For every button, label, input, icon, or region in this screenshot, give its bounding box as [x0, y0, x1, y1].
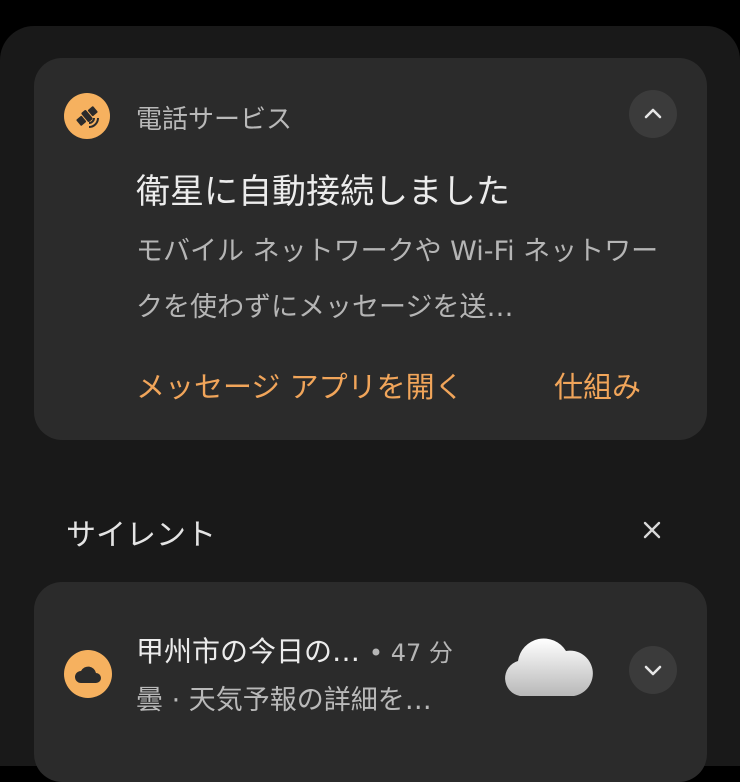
open-messages-app-button[interactable]: メッセージ アプリを開く — [136, 364, 464, 406]
cloud-icon — [64, 650, 112, 698]
weather-notification-card[interactable]: 甲州市の今日の… • 47 分 曇 · 天気予報の詳細を… — [34, 582, 707, 782]
notification-title: 衛星に自動接続しました — [136, 172, 510, 212]
app-name: 電話サービス — [136, 105, 293, 135]
notification-time: • 47 分 — [368, 639, 453, 667]
satellite-notification-card[interactable]: 電話サービス 衛星に自動接続しました モバイル ネットワークや Wi-Fi ネッ… — [34, 58, 707, 440]
close-icon — [643, 521, 661, 539]
weather-cloud-image — [505, 638, 593, 696]
notification-body: モバイル ネットワークや Wi-Fi ネットワークを使わずにメッセージを送… — [136, 236, 659, 323]
chevron-up-icon — [644, 108, 662, 119]
weather-title: 甲州市の今日の… — [136, 635, 361, 668]
satellite-icon — [64, 93, 110, 139]
weather-title-line: 甲州市の今日の… • 47 分 — [136, 630, 453, 670]
clear-silent-button[interactable] — [632, 510, 672, 550]
collapse-button[interactable] — [629, 90, 677, 138]
how-it-works-button[interactable]: 仕組み — [554, 364, 641, 406]
chevron-down-icon — [644, 665, 662, 676]
expand-button[interactable] — [629, 646, 677, 694]
weather-body: 曇 · 天気予報の詳細を… — [136, 685, 432, 716]
silent-section-title: サイレント — [66, 518, 216, 553]
